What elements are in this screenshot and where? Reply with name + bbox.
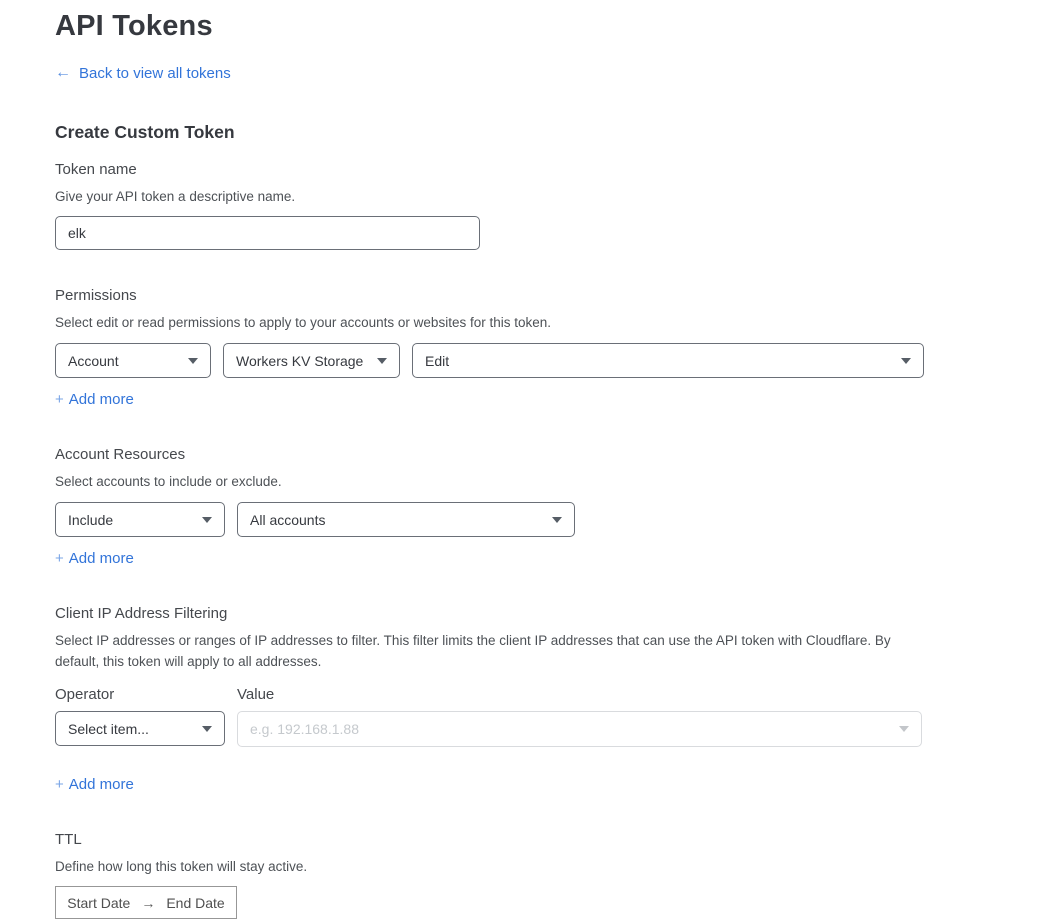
operator-label: Operator: [55, 686, 237, 703]
permissions-section: Permissions Select edit or read permissi…: [55, 287, 1043, 409]
chevron-down-icon: [202, 726, 212, 732]
token-name-input[interactable]: [55, 216, 480, 250]
ip-operator-select[interactable]: Select item...: [55, 711, 225, 746]
form-title: Create Custom Token: [55, 122, 1043, 143]
ip-filtering-section: Client IP Address Filtering Select IP ad…: [55, 605, 1043, 794]
chevron-down-icon: [377, 358, 387, 364]
chevron-down-icon: [552, 517, 562, 523]
ip-value-field[interactable]: [237, 711, 922, 747]
back-to-tokens-link[interactable]: ← Back to view all tokens: [55, 64, 231, 82]
ip-filtering-label: Client IP Address Filtering: [55, 605, 1043, 622]
permissions-add-more-link[interactable]: + Add more: [55, 391, 134, 408]
start-date-label: Start Date: [67, 895, 130, 911]
plus-icon: +: [55, 776, 64, 793]
chevron-down-icon: [901, 358, 911, 364]
arrow-right-icon: →: [141, 895, 155, 911]
chevron-down-icon: [188, 358, 198, 364]
account-mode-value: Include: [68, 512, 113, 528]
token-name-section: Token name Give your API token a descrip…: [55, 161, 1043, 250]
plus-icon: +: [55, 550, 64, 567]
permission-service-value: Workers KV Storage: [236, 353, 363, 369]
account-resources-add-more-link[interactable]: + Add more: [55, 550, 134, 567]
chevron-down-icon: [899, 726, 909, 732]
ttl-label: TTL: [55, 831, 1043, 848]
permission-service-select[interactable]: Workers KV Storage: [223, 343, 400, 378]
ip-filtering-description: Select IP addresses or ranges of IP addr…: [55, 630, 911, 672]
page-title: API Tokens: [55, 10, 1043, 43]
account-mode-select[interactable]: Include: [55, 502, 225, 537]
end-date-label: End Date: [166, 895, 224, 911]
permissions-row: Account Workers KV Storage Edit: [55, 343, 1043, 378]
add-more-label: Add more: [69, 391, 134, 408]
plus-icon: +: [55, 391, 64, 408]
permission-scope-value: Account: [68, 353, 119, 369]
permission-access-select[interactable]: Edit: [412, 343, 924, 378]
ip-filtering-row: Select item...: [55, 711, 1043, 747]
permissions-label: Permissions: [55, 287, 1043, 304]
permission-scope-select[interactable]: Account: [55, 343, 211, 378]
account-resources-section: Account Resources Select accounts to inc…: [55, 446, 1043, 568]
date-range-picker[interactable]: Start Date → End Date: [55, 886, 237, 919]
account-resources-description: Select accounts to include or exclude.: [55, 471, 911, 492]
account-resources-row: Include All accounts: [55, 502, 1043, 537]
accounts-select[interactable]: All accounts: [237, 502, 575, 537]
permissions-description: Select edit or read permissions to apply…: [55, 312, 911, 333]
ip-filtering-add-more-link[interactable]: + Add more: [55, 776, 134, 793]
ttl-description: Define how long this token will stay act…: [55, 856, 911, 877]
ttl-section: TTL Define how long this token will stay…: [55, 831, 1043, 919]
value-label: Value: [237, 686, 274, 703]
back-arrow-icon: ←: [55, 64, 71, 82]
ip-value-input[interactable]: [250, 721, 887, 737]
token-name-label: Token name: [55, 161, 1043, 178]
permission-access-value: Edit: [425, 353, 449, 369]
ip-filtering-column-labels: Operator Value: [55, 686, 1043, 703]
token-name-description: Give your API token a descriptive name.: [55, 186, 911, 207]
ip-operator-value: Select item...: [68, 721, 149, 737]
account-resources-label: Account Resources: [55, 446, 1043, 463]
add-more-label: Add more: [69, 550, 134, 567]
chevron-down-icon: [202, 517, 212, 523]
accounts-value: All accounts: [250, 512, 325, 528]
back-link-label: Back to view all tokens: [79, 65, 231, 82]
add-more-label: Add more: [69, 776, 134, 793]
page-content: API Tokens ← Back to view all tokens Cre…: [0, 0, 1043, 919]
